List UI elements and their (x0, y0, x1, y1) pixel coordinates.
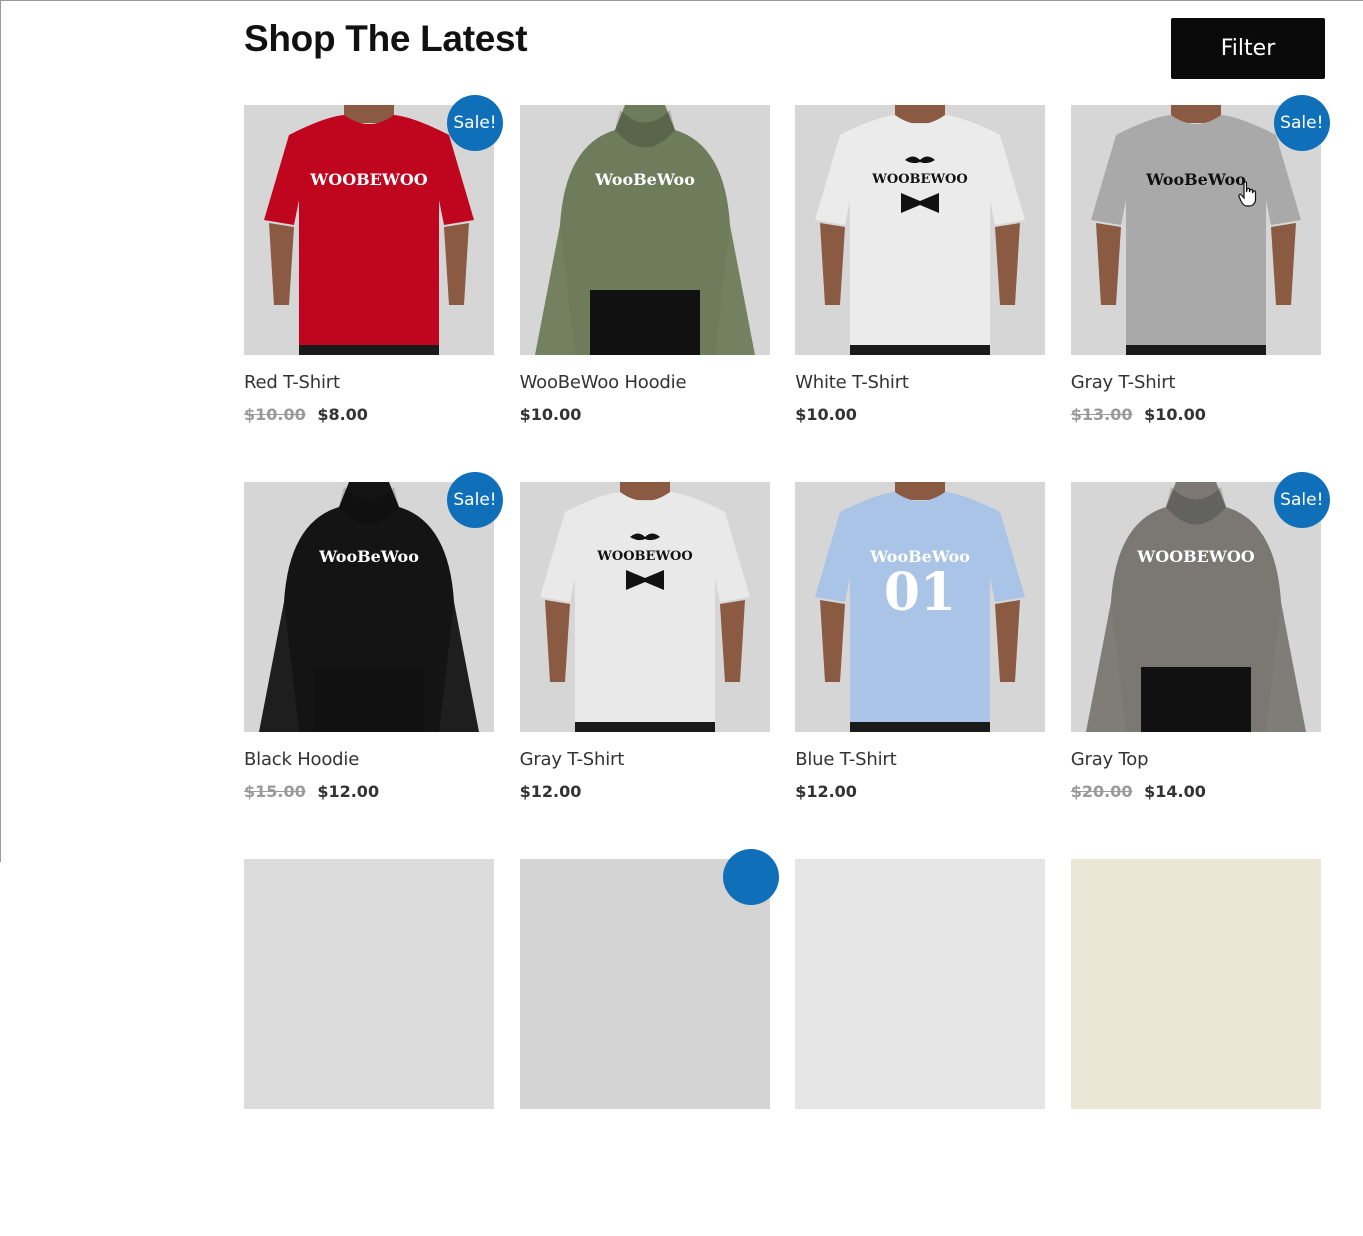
product-title[interactable]: Black Hoodie (244, 749, 494, 770)
product-card-partial[interactable] (519, 849, 779, 1236)
product-price: $10.00 $8.00 (244, 405, 494, 424)
product-card[interactable]: WOOBEWOO Gray T-Shirt $12.00 (519, 482, 770, 859)
svg-text:01: 01 (884, 562, 956, 623)
product-card[interactable]: WooBeWoo 01 Blue T-Shirt $12.00 (795, 482, 1046, 859)
product-image[interactable] (244, 859, 494, 1109)
product-image[interactable]: WooBeWoo (519, 105, 770, 355)
product-card[interactable]: WOOBEWOO White T-Shirt $10.00 (795, 105, 1046, 482)
product-image[interactable] (795, 859, 1046, 1109)
product-card-partial[interactable] (1070, 859, 1321, 1236)
product-title[interactable]: Blue T-Shirt (795, 749, 1045, 770)
filter-button[interactable]: Filter (1171, 18, 1325, 79)
product-image[interactable]: WOOBEWOO (795, 105, 1046, 355)
product-title[interactable]: Gray T-Shirt (520, 749, 770, 770)
product-price: $12.00 (795, 782, 1045, 801)
product-price: $10.00 (520, 405, 770, 424)
svg-text:WOOBEWOO: WOOBEWOO (596, 549, 692, 564)
product-price: $10.00 (795, 405, 1045, 424)
current-price: $10.00 (519, 405, 582, 424)
print-text: WooBeWoo (1145, 170, 1246, 189)
product-price: $15.00 $12.00 (244, 782, 494, 801)
product-title[interactable]: Red T-Shirt (244, 372, 494, 393)
product-card-partial[interactable] (244, 859, 494, 1236)
current-price: $12.00 (519, 782, 582, 801)
sale-badge (722, 849, 779, 905)
product-photo: WOOBEWOO (795, 105, 1046, 355)
print-text: WOOBEWOO (309, 170, 427, 189)
product-image[interactable]: WOOBEWOO (519, 482, 770, 732)
product-photo: WOOBEWOO (519, 482, 770, 732)
product-grid: WOOBEWOO Sale! Red T-Shirt $10.00 $8.00 … (244, 95, 1330, 1236)
sale-badge: Sale! (1273, 472, 1330, 528)
original-price: $10.00 (244, 405, 306, 424)
sale-badge: Sale! (447, 472, 503, 528)
page-title: Shop The Latest (244, 18, 528, 59)
product-image[interactable]: WooBeWoo 01 (795, 482, 1046, 732)
product-card-partial[interactable] (795, 859, 1046, 1236)
print-text: WooBeWoo (594, 170, 695, 189)
current-price: $12.00 (795, 782, 857, 801)
current-price: $10.00 (1144, 405, 1206, 424)
current-price: $12.00 (317, 782, 380, 801)
print-text: WooBeWoo (318, 547, 419, 566)
product-title[interactable]: Gray Top (1071, 749, 1321, 770)
product-card[interactable]: WooBeWoo Sale! Black Hoodie $15.00 $12.0… (244, 472, 503, 859)
original-price: $15.00 (244, 782, 306, 801)
product-price: $20.00 $14.00 (1071, 782, 1321, 801)
current-price: $10.00 (795, 405, 857, 424)
hand-pointer-cursor-icon (1238, 181, 1257, 207)
window-border-top (0, 0, 1363, 1)
product-title[interactable]: WooBeWoo Hoodie (520, 372, 770, 393)
product-price: $13.00 $10.00 (1071, 405, 1321, 424)
original-price: $13.00 (1070, 405, 1133, 424)
sale-badge: Sale! (447, 95, 503, 151)
product-price: $12.00 (520, 782, 770, 801)
print-text: WOOBEWOO (1136, 547, 1254, 566)
product-photo: WooBeWoo01 (795, 482, 1046, 732)
svg-text:WOOBEWOO: WOOBEWOO (871, 172, 967, 187)
original-price: $20.00 (1070, 782, 1133, 801)
product-photo: WooBeWoo (519, 105, 770, 355)
product-title[interactable]: White T-Shirt (795, 372, 1045, 393)
window-border-left (0, 0, 1, 862)
product-image[interactable] (1070, 859, 1321, 1109)
product-card[interactable]: WOOBEWOO Sale! Red T-Shirt $10.00 $8.00 (244, 95, 503, 482)
product-card[interactable]: WooBeWoo WooBeWoo Hoodie $10.00 (519, 105, 770, 482)
sale-badge: Sale! (1273, 95, 1330, 151)
product-card[interactable]: WooBeWoo Sale! Gray T-Shirt $13.00 $10.0… (1070, 95, 1330, 482)
product-card[interactable]: WOOBEWOO Sale! Gray Top $20.00 $14.00 (1070, 472, 1330, 859)
current-price: $8.00 (317, 405, 368, 424)
product-title[interactable]: Gray T-Shirt (1071, 372, 1321, 393)
current-price: $14.00 (1144, 782, 1206, 801)
